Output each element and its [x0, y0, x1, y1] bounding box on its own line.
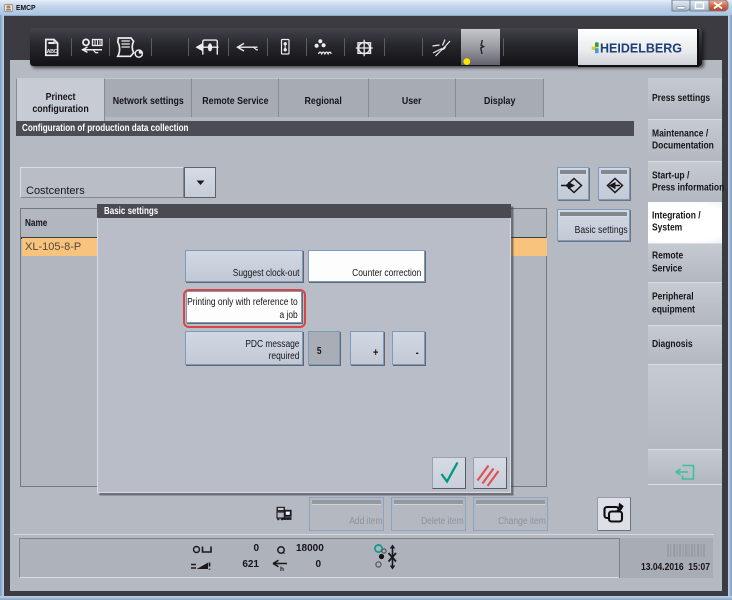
svg-text:HEIDELBERG: HEIDELBERG: [600, 41, 682, 56]
svg-text:ABC: ABC: [47, 49, 58, 55]
svg-text:h: h: [280, 566, 284, 573]
